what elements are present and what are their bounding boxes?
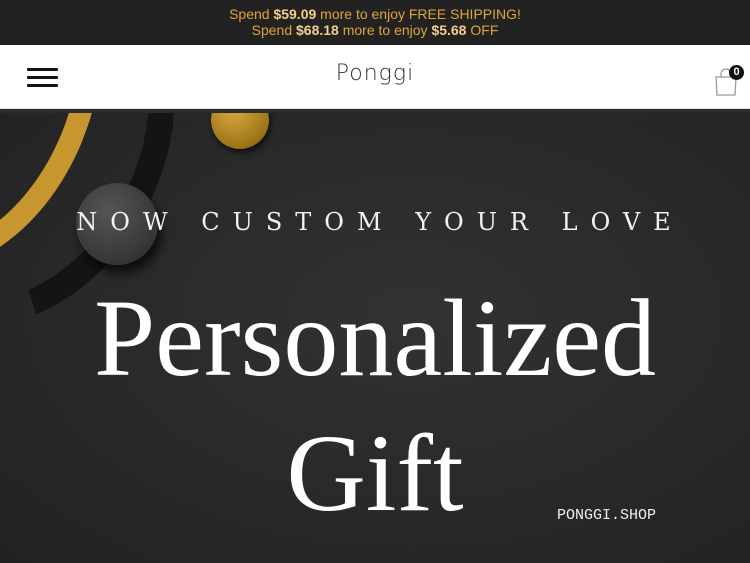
announce-text: more to enjoy FREE SHIPPING!	[316, 6, 521, 22]
site-logo[interactable]: Ponggi	[0, 61, 750, 86]
discount-message: Spend $68.18 more to enjoy $5.68 OFF	[0, 22, 750, 38]
free-shipping-message: Spend $59.09 more to enjoy FREE SHIPPING…	[0, 6, 750, 22]
discount-amount: $5.68	[431, 22, 467, 38]
shipping-amount: $59.09	[273, 6, 317, 22]
discount-threshold-amount: $68.18	[296, 22, 339, 38]
announce-text: Spend	[229, 6, 274, 22]
site-header: Ponggi 0	[0, 45, 750, 109]
announce-text: more to enjoy	[338, 22, 432, 38]
cart-count-badge: 0	[729, 65, 744, 80]
announce-text: OFF	[466, 22, 499, 38]
hero-title: Personalized	[93, 277, 657, 399]
announcement-bar: Spend $59.09 more to enjoy FREE SHIPPING…	[0, 0, 750, 45]
gold-bead-decoration	[211, 113, 269, 149]
hero-tagline: NOW CUSTOM YOUR LOVE	[76, 208, 684, 236]
hero-site-url: PONGGI.SHOP	[557, 507, 657, 524]
cart-button[interactable]: 0	[713, 65, 745, 96]
hero-banner[interactable]: NOW CUSTOM YOUR LOVE Personalized Gift P…	[0, 113, 750, 563]
announce-text: Spend	[251, 22, 296, 38]
